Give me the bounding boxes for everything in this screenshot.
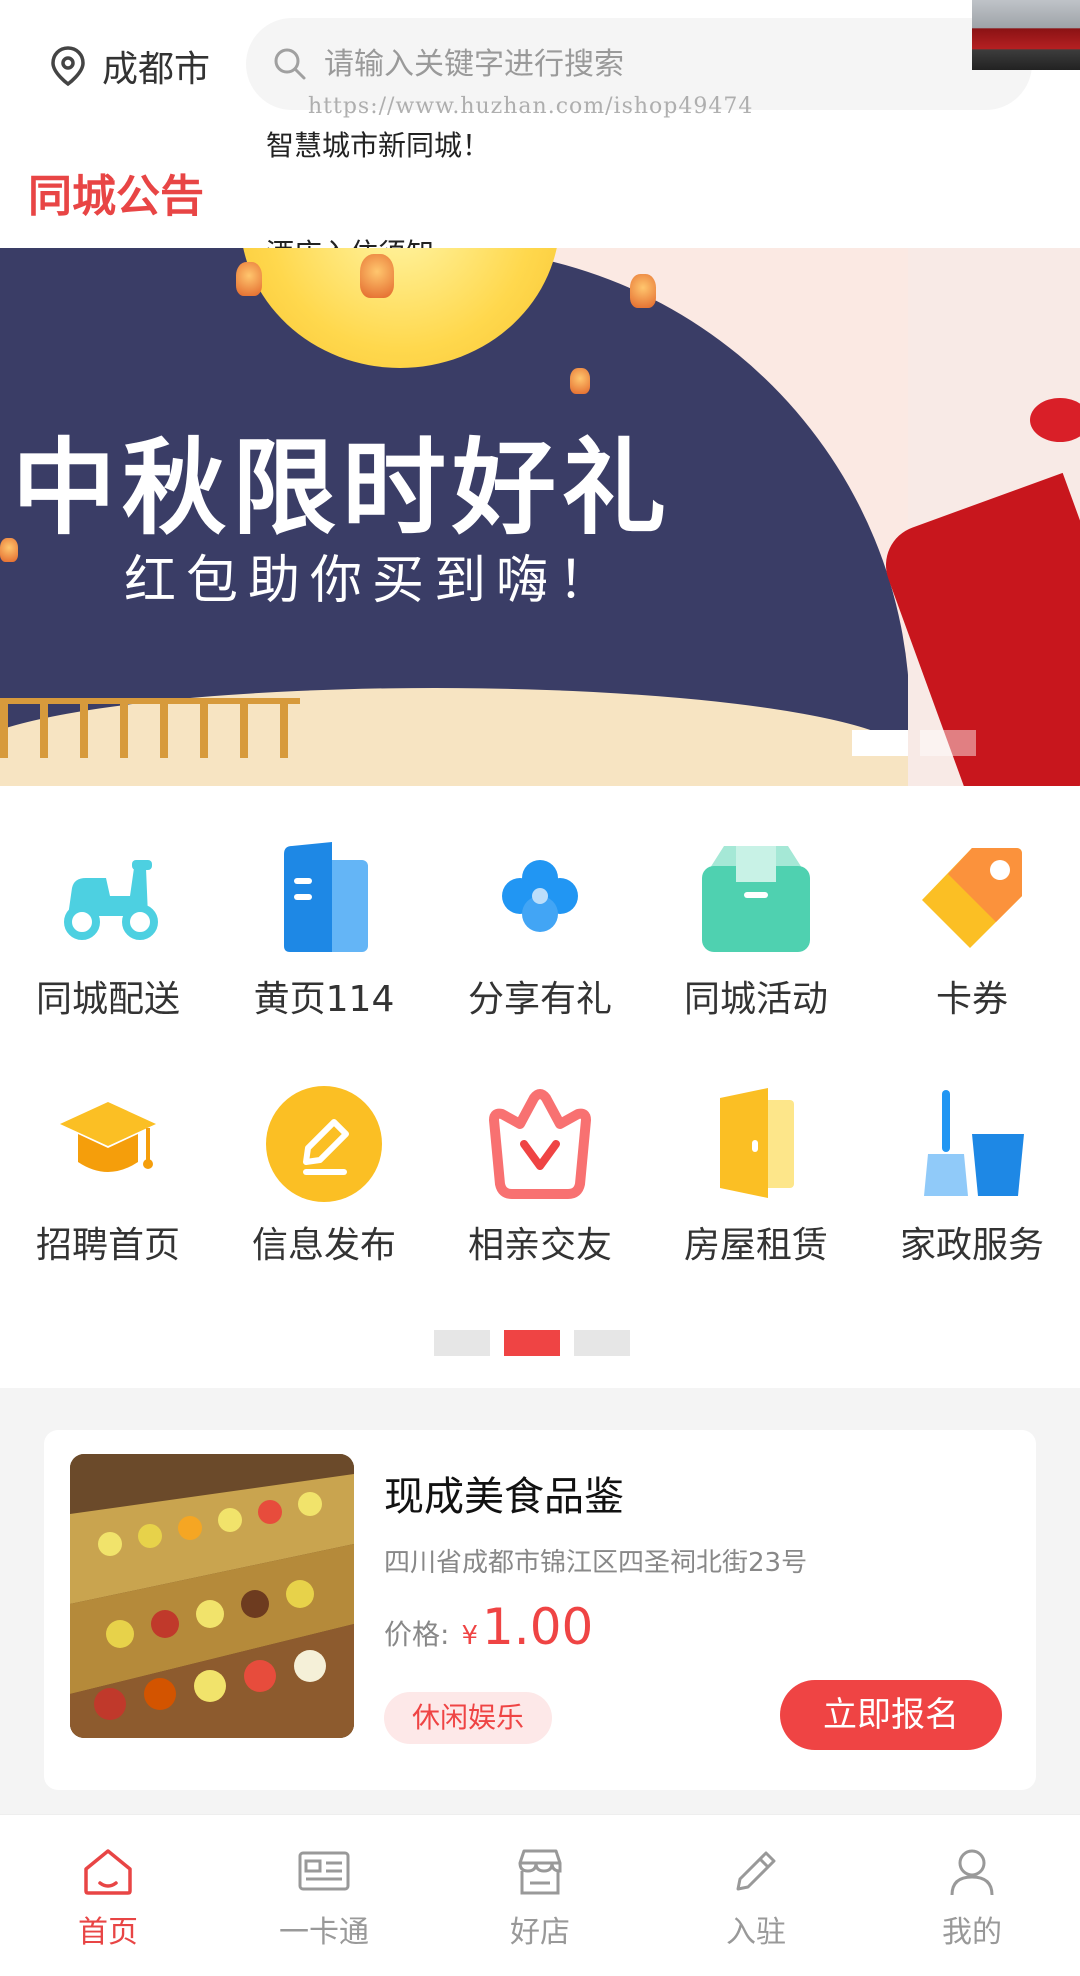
menu-item-share[interactable]: 分享有礼: [432, 838, 648, 1022]
tag-icon: [912, 838, 1032, 958]
price-currency: ¥: [461, 1621, 478, 1651]
menu-item-label: 信息发布: [251, 1225, 396, 1266]
price-value: 1.00: [481, 1598, 594, 1656]
listing-card[interactable]: 现成美食品鉴 四川省成都市锦江区四圣祠北街23号 价格: ¥ 1.00 休闲娱乐…: [44, 1430, 1036, 1790]
category-menu: 同城配送 黄页114 分享有礼 同城活动 卡券 招聘首页 信息发布 相亲交友 房…: [0, 786, 1080, 1388]
banner-subtitle: 红包助你买到嗨！: [124, 551, 621, 611]
tab-card[interactable]: 一卡通: [216, 1815, 432, 1976]
tab-home[interactable]: 首页: [0, 1815, 216, 1976]
tab-label: 入驻: [726, 1915, 786, 1950]
tab-label: 我的: [942, 1915, 1002, 1950]
price-label: 价格:: [384, 1618, 450, 1651]
fence-illustration: [0, 698, 300, 758]
lantern-illustration: [360, 254, 394, 298]
home-icon: [84, 1849, 132, 1895]
graduation-cap-icon: [48, 1084, 168, 1204]
tab-join[interactable]: 入驻: [648, 1815, 864, 1976]
banner-dot-active[interactable]: [852, 730, 908, 756]
top-header: 成都市 https://www.huzhan.com/ishop49474 同城…: [0, 0, 1080, 248]
banner-dot[interactable]: [920, 730, 976, 756]
tab-label: 一卡通: [279, 1915, 369, 1950]
notice-ticker[interactable]: 智慧城市新同城！ 酒店入住须知: [266, 120, 986, 248]
menu-item-rental[interactable]: 房屋租赁: [648, 1084, 864, 1268]
home-page: 成都市 https://www.huzhan.com/ishop49474 同城…: [0, 0, 1080, 1976]
menu-item-post-info[interactable]: 信息发布: [216, 1084, 432, 1268]
category-tag: 休闲娱乐: [384, 1692, 553, 1744]
menu-page-indicator: [434, 1330, 630, 1356]
tab-label: 好店: [510, 1915, 570, 1950]
location-pin-icon: [51, 46, 85, 87]
banner-indicator: [852, 730, 976, 756]
tab-label: 首页: [78, 1915, 138, 1950]
listing-price: 价格: ¥ 1.00: [384, 1598, 593, 1656]
listing-title[interactable]: 现成美食品鉴: [384, 1464, 624, 1522]
menu-item-events[interactable]: 同城活动: [648, 838, 864, 1022]
city-name: 成都市: [102, 49, 211, 90]
menu-page-dot[interactable]: [434, 1330, 490, 1356]
menu-item-label: 卡券: [935, 979, 1008, 1020]
search-icon: [274, 48, 306, 80]
menu-item-label: 黄页114: [253, 979, 395, 1020]
clover-icon: [480, 838, 600, 958]
listing-address: 四川省成都市锦江区四圣祠北街23号: [384, 1548, 808, 1578]
pencil-icon: [736, 1851, 776, 1891]
menu-item-yellow-pages[interactable]: 黄页114: [216, 838, 432, 1022]
scooter-icon: [48, 838, 168, 958]
menu-item-jobs[interactable]: 招聘首页: [0, 1084, 216, 1268]
lantern-illustration: [630, 274, 656, 308]
signup-button[interactable]: 立即报名: [780, 1680, 1002, 1750]
bottom-tab-bar: 首页 一卡通 好店 入驻 我的: [0, 1814, 1080, 1976]
car-thumbnail-image: [972, 0, 1080, 70]
heart-crown-icon: [480, 1084, 600, 1204]
door-icon: [696, 1084, 816, 1204]
store-icon: [518, 1849, 562, 1895]
card-icon: [298, 1851, 350, 1891]
menu-item-label: 同城活动: [683, 979, 828, 1020]
promo-banner[interactable]: 中秋限时好礼 红包助你买到嗨！: [0, 248, 1080, 786]
menu-item-label: 同城配送: [35, 979, 180, 1020]
menu-page-dot-active[interactable]: [504, 1330, 560, 1356]
menu-item-label: 相亲交友: [467, 1225, 612, 1266]
listing-thumbnail[interactable]: [70, 1454, 354, 1738]
menu-item-housekeeping[interactable]: 家政服务: [864, 1084, 1080, 1268]
notice-title: 同城公告: [28, 171, 204, 222]
menu-item-label: 房屋租赁: [683, 1225, 828, 1266]
menu-item-coupons[interactable]: 卡券: [864, 838, 1080, 1022]
notice-line[interactable]: 酒店入住须知: [266, 232, 434, 248]
tab-stores[interactable]: 好店: [432, 1815, 648, 1976]
menu-item-dating[interactable]: 相亲交友: [432, 1084, 648, 1268]
watermark-text: https://www.huzhan.com/ishop49474: [308, 94, 754, 119]
pen-icon: [264, 1084, 384, 1204]
menu-item-label: 家政服务: [899, 1225, 1044, 1266]
banner-title: 中秋限时好礼: [12, 427, 673, 549]
menu-item-label: 分享有礼: [467, 979, 612, 1020]
menu-item-delivery[interactable]: 同城配送: [0, 838, 216, 1022]
notice-line[interactable]: 智慧城市新同城！: [266, 124, 490, 164]
user-icon: [950, 1849, 994, 1896]
box-icon: [696, 838, 816, 958]
menu-page-dot[interactable]: [574, 1330, 630, 1356]
broom-bucket-icon: [912, 1084, 1032, 1204]
lantern-illustration: [236, 262, 262, 296]
search-input[interactable]: [324, 46, 924, 82]
building-icon: [264, 838, 384, 958]
tab-profile[interactable]: 我的: [864, 1815, 1080, 1976]
menu-item-label: 招聘首页: [35, 1225, 180, 1266]
location-selector[interactable]: 成都市: [48, 40, 210, 92]
lantern-illustration: [570, 368, 590, 394]
